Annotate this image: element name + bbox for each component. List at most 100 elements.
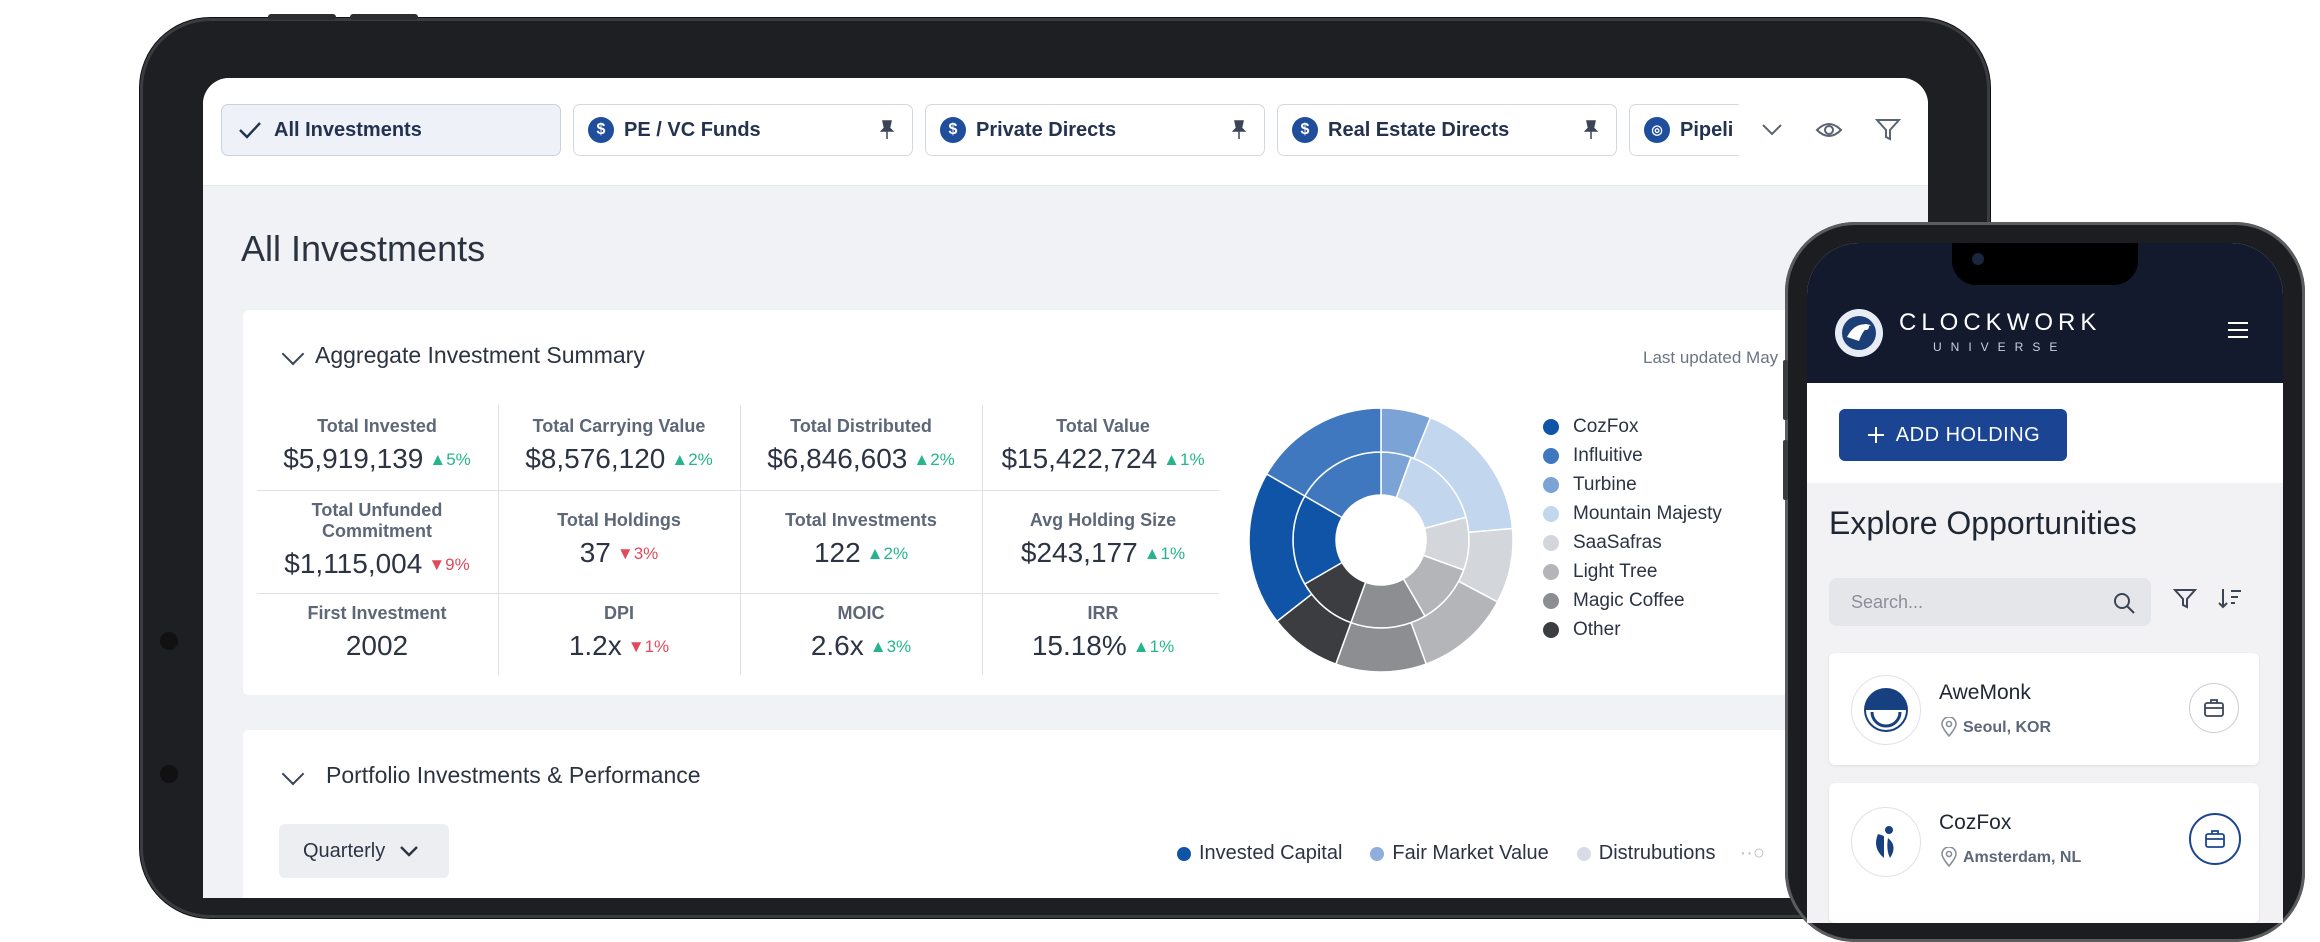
metric-total-distributed: Total Distributed $6,846,603 ▲2% bbox=[741, 416, 981, 475]
metric-total-value: Total Value $15,422,724 ▲1% bbox=[983, 416, 1223, 475]
filter-icon[interactable] bbox=[1875, 118, 1901, 142]
phone-screen: CLOCKWORK UNIVERSE ADD HOLDING Explore O… bbox=[1807, 243, 2283, 923]
metric-first-investment: First Investment 2002 bbox=[257, 603, 497, 662]
pin-icon[interactable] bbox=[1232, 120, 1246, 140]
metric-dpi: DPI 1.2x ▼1% bbox=[499, 603, 739, 662]
search-icon[interactable] bbox=[2112, 591, 2136, 615]
sunburst-outer-segment[interactable] bbox=[1334, 621, 1428, 673]
legend-swatch bbox=[1543, 535, 1559, 551]
briefcase-button[interactable] bbox=[2189, 813, 2241, 865]
tab-label: Private Directs bbox=[976, 118, 1117, 141]
tab-pipeline[interactable]: ◎ Pipeli bbox=[1629, 104, 1739, 156]
legend-swatch bbox=[1576, 846, 1591, 861]
tab-pe-vc-funds[interactable]: $ PE / VC Funds bbox=[573, 104, 913, 156]
chevron-down-icon[interactable] bbox=[281, 762, 305, 786]
metric-value: $8,576,120 bbox=[525, 443, 666, 474]
filter-icon[interactable] bbox=[2173, 588, 2197, 610]
legend-item[interactable]: Magic Coffee bbox=[1543, 590, 1685, 612]
legend-item[interactable]: Other bbox=[1543, 619, 1621, 641]
tab-label: Pipeli bbox=[1680, 118, 1734, 141]
metric-label: Total Holdings bbox=[557, 510, 681, 530]
period-select-value: Quarterly bbox=[303, 839, 386, 862]
metric-irr: IRR 15.18% ▲1% bbox=[983, 603, 1223, 662]
briefcase-icon bbox=[2204, 699, 2224, 717]
metric-label: MOIC bbox=[837, 603, 885, 623]
chevron-down-icon[interactable] bbox=[281, 342, 305, 366]
tab-label: All Investments bbox=[274, 118, 422, 141]
company-name: CozFox bbox=[1939, 811, 2012, 834]
portfolio-card: Portfolio Investments & Performance Quar… bbox=[243, 730, 1928, 898]
tab-private-directs[interactable]: $ Private Directs bbox=[925, 104, 1265, 156]
metric-value: 1.2x bbox=[568, 630, 622, 661]
legend-item[interactable]: Turbine bbox=[1543, 474, 1637, 496]
tab-bar: All Investments $ PE / VC Funds $ Privat… bbox=[203, 78, 1928, 186]
company-logo bbox=[1851, 807, 1921, 877]
pin-icon[interactable] bbox=[880, 120, 894, 140]
add-holding-label: ADD HOLDING bbox=[1895, 423, 2041, 446]
legend-swatch bbox=[1543, 564, 1559, 580]
metric-label: Total Distributed bbox=[790, 416, 932, 436]
legend-item[interactable]: CozFox bbox=[1543, 416, 1638, 438]
tablet-screen: All Investments $ PE / VC Funds $ Privat… bbox=[203, 78, 1928, 898]
legend-label: Distrubutions bbox=[1598, 842, 1716, 864]
tablet-button bbox=[268, 14, 336, 20]
list-item-cozfox[interactable]: CozFox Amsterdam, NL bbox=[1829, 783, 2259, 923]
briefcase-icon bbox=[2205, 830, 2225, 848]
metric-label: IRR bbox=[1087, 603, 1119, 623]
hamburger-menu-icon[interactable] bbox=[2227, 321, 2249, 339]
list-item-awemonk[interactable]: AweMonk Seoul, KOR bbox=[1829, 653, 2259, 765]
portfolio-legend: Invested Capital Fair Market Value Distr… bbox=[1177, 842, 1765, 865]
metric-total-unfunded-commitment: Total Unfunded Commitment $1,115,004 ▼9% bbox=[284, 500, 469, 580]
tab-real-estate-directs[interactable]: $ Real Estate Directs bbox=[1277, 104, 1617, 156]
metric-label: Total Investments bbox=[785, 510, 937, 530]
tab-all-investments[interactable]: All Investments bbox=[221, 104, 561, 156]
tab-label: Real Estate Directs bbox=[1328, 118, 1510, 141]
legend-swatch bbox=[1177, 846, 1191, 861]
legend-item[interactable]: Mountain Majesty bbox=[1543, 503, 1722, 525]
company-location: Seoul, KOR bbox=[1963, 719, 2052, 736]
metric-label: Total Value bbox=[1056, 416, 1150, 436]
metric-label: Avg Holding Size bbox=[1029, 510, 1177, 530]
sort-icon[interactable] bbox=[2217, 587, 2243, 611]
explore-title: Explore Opportunities bbox=[1829, 505, 2137, 541]
summary-title: Aggregate Investment Summary bbox=[315, 342, 645, 368]
binoculars-icon: ◎ bbox=[1644, 117, 1670, 143]
brand-name: CLOCKWORK bbox=[1899, 309, 2102, 336]
tab-label: PE / VC Funds bbox=[624, 118, 761, 141]
add-holding-button[interactable]: ADD HOLDING bbox=[1839, 409, 2067, 461]
holdings-sunburst-chart[interactable] bbox=[1246, 405, 1516, 675]
search-input[interactable]: Search... bbox=[1829, 578, 2151, 626]
legend-swatch bbox=[1370, 846, 1385, 861]
metric-label: First Investment bbox=[307, 603, 447, 623]
eye-icon[interactable] bbox=[1815, 120, 1843, 140]
dollar-icon: $ bbox=[1292, 117, 1318, 143]
delta-up: ▲2% bbox=[671, 450, 713, 469]
legend-swatch bbox=[1543, 477, 1559, 493]
briefcase-button[interactable] bbox=[2189, 683, 2239, 733]
legend-swatch bbox=[1543, 448, 1559, 464]
pin-icon[interactable] bbox=[1584, 120, 1598, 140]
delta-up: ▲2% bbox=[866, 544, 909, 563]
delta-up: ▲1% bbox=[1132, 637, 1175, 656]
legend-item[interactable]: Light Tree bbox=[1543, 561, 1658, 583]
legend-swatch bbox=[1543, 622, 1559, 638]
legend-item[interactable]: SaaSafras bbox=[1543, 532, 1662, 554]
metric-value: $243,177 bbox=[1020, 537, 1138, 568]
metric-label: Total Carrying Value bbox=[532, 416, 706, 436]
period-select[interactable]: Quarterly bbox=[279, 824, 449, 878]
legend-item[interactable]: Influitive bbox=[1543, 445, 1643, 467]
chevron-down-icon bbox=[400, 846, 419, 857]
last-updated: Last updated May bbox=[1643, 348, 1779, 367]
tablet-camera bbox=[160, 632, 178, 650]
tablet-sensor bbox=[160, 765, 178, 783]
company-location: Amsterdam, NL bbox=[1963, 849, 2082, 866]
chevron-down-icon[interactable] bbox=[1761, 122, 1783, 138]
delta-down: ▼9% bbox=[428, 555, 470, 574]
metric-value: 2.6x bbox=[810, 630, 864, 661]
legend-swatch bbox=[1543, 593, 1559, 609]
dollar-icon: $ bbox=[940, 117, 966, 143]
legend-swatch bbox=[1543, 506, 1559, 522]
dollar-icon: $ bbox=[588, 117, 614, 143]
metric-avg-holding-size: Avg Holding Size $243,177 ▲1% bbox=[983, 510, 1223, 569]
legend-label: Fair Market Value bbox=[1392, 842, 1549, 864]
